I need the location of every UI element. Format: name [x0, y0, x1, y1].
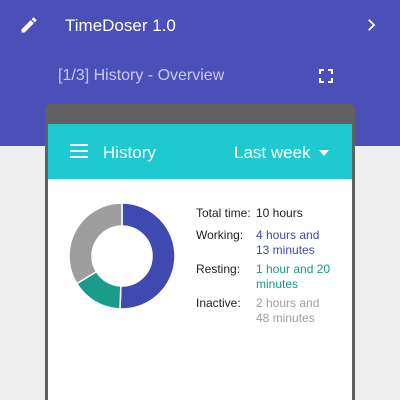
- app-title: TimeDoser 1.0: [65, 16, 176, 35]
- card-toolbar: History Last week: [48, 124, 352, 179]
- stat-working-value: 4 hours and 13 minutes: [256, 228, 320, 257]
- range-dropdown[interactable]: Last week: [234, 141, 329, 165]
- time-donut-chart: [69, 203, 175, 309]
- card-title: History: [103, 143, 156, 162]
- hamburger-menu-icon[interactable]: [70, 144, 88, 158]
- stat-total-label: Total time:: [196, 206, 251, 220]
- stat-working: Working: 4 hours and 13 minutes: [196, 228, 326, 258]
- stat-resting-label: Resting:: [196, 262, 241, 276]
- stat-inactive-label: Inactive:: [196, 296, 241, 310]
- stat-resting-value: 1 hour and 20 minutes: [256, 262, 331, 291]
- chevron-right-icon[interactable]: [362, 16, 380, 34]
- donut-segment-working: [119, 203, 175, 309]
- stat-inactive-value: 2 hours and 48 minutes: [256, 296, 320, 325]
- fullscreen-icon[interactable]: [318, 68, 334, 84]
- donut-segment-inactive: [69, 203, 123, 285]
- stat-inactive: Inactive: 2 hours and 48 minutes: [196, 296, 326, 326]
- stat-working-label: Working:: [196, 228, 244, 242]
- stat-total-value: 10 hours: [256, 206, 303, 220]
- app-header-row: TimeDoser 1.0: [0, 0, 400, 52]
- history-card: History Last week Total time: 10 hours W…: [48, 124, 352, 400]
- pencil-icon[interactable]: [19, 15, 39, 35]
- dropdown-arrow-icon: [318, 150, 329, 156]
- stat-total: Total time: 10 hours: [196, 206, 336, 221]
- stat-resting: Resting: 1 hour and 20 minutes: [196, 262, 338, 292]
- range-label: Last week: [234, 143, 311, 162]
- page-subtitle: [1/3] History - Overview: [58, 67, 225, 84]
